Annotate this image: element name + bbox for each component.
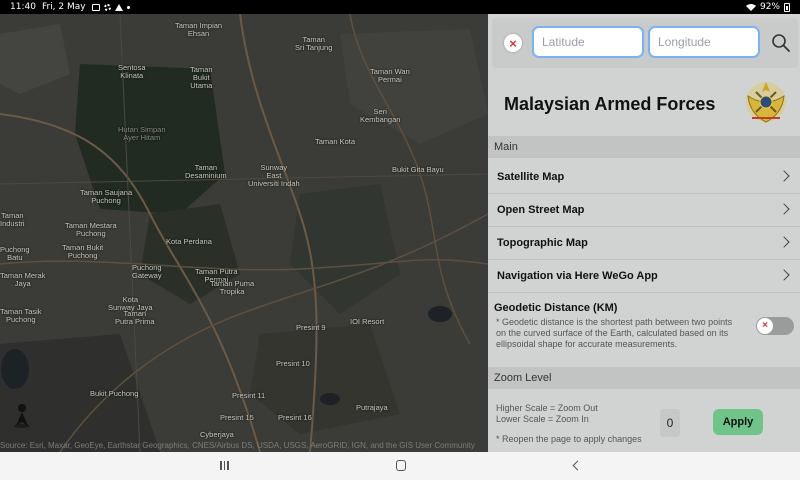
map-label: Presint 10: [276, 359, 310, 368]
map-label: Taman Wan Permai: [370, 67, 410, 84]
map-label: Cyberjaya: [200, 430, 234, 439]
zoom-hint: Higher Scale = Zoom Out Lower Scale = Zo…: [496, 403, 598, 425]
zoom-level-input[interactable]: 0: [660, 409, 680, 437]
back-icon[interactable]: [572, 460, 583, 471]
armed-forces-logo: [742, 78, 790, 126]
map-label: Bukit Puchong: [90, 389, 139, 398]
map-label: Puchong Gateway: [132, 263, 162, 280]
status-date: Fri, 2 May: [41, 2, 86, 12]
close-button[interactable]: ×: [504, 34, 522, 52]
status-bar: 11:40 Fri, 2 May 92%: [0, 0, 800, 14]
toggle-off-icon: ×: [757, 318, 773, 334]
map-attribution: Source: Esri, Maxar, GeoEye, Earthstar G…: [0, 441, 475, 450]
map-label: Taman Bukit Puchong: [62, 243, 104, 260]
wifi-icon: [745, 3, 756, 11]
zoom-hint-line: Higher Scale = Zoom Out: [496, 403, 598, 413]
gallery-icon: [91, 3, 100, 11]
menu-item-label: Navigation via Here WeGo App: [497, 270, 658, 282]
home-icon[interactable]: [396, 460, 406, 471]
map-label: IOI Resort: [350, 317, 385, 326]
map-label: Taman Bukit Utama: [190, 65, 213, 90]
map-label: Taman Mestara Puchong: [65, 221, 117, 238]
map-label: Puchong Batu: [0, 245, 30, 262]
geodetic-distance-note: * Geodetic distance is the shortest path…: [496, 317, 733, 349]
map-label: Kota Perdana: [166, 237, 212, 246]
chevron-right-icon: [778, 170, 790, 182]
map-label: Taman Kota: [315, 137, 356, 146]
map-label: Putrajaya: [356, 403, 388, 412]
control-panel: × Malaysian Armed Forces Main Satellite …: [488, 14, 800, 452]
section-main-header: Main: [488, 136, 800, 158]
battery-icon: [784, 2, 790, 12]
satellite-map[interactable]: Taman Impian Ehsan Taman Sri Tanjung Sento…: [0, 14, 488, 452]
chevron-right-icon: [778, 269, 790, 281]
compass-icon[interactable]: [12, 402, 32, 428]
map-label: Taman Sri Tanjung: [295, 35, 333, 52]
map-label: Taman Tasik Puchong: [0, 307, 42, 324]
map-label: Presint 15: [220, 413, 254, 422]
chevron-right-icon: [778, 203, 790, 215]
map-label: Sentosa Klinata: [118, 63, 146, 80]
map-label: Seri Kembangan: [360, 107, 401, 124]
map-label: Presint 16: [278, 413, 312, 422]
battery-percent: 92%: [759, 2, 780, 12]
menu-topographic-map[interactable]: Topographic Map: [488, 227, 800, 260]
apply-button[interactable]: Apply: [713, 409, 763, 435]
map-label: Taman Industri: [0, 211, 25, 228]
map-label: Bukit Gita Bayu: [392, 165, 444, 174]
longitude-input[interactable]: [648, 26, 760, 58]
map-label: Taman Impian Ehsan: [175, 21, 223, 38]
menu-item-label: Satellite Map: [497, 171, 565, 183]
coordinate-search-bar: ×: [492, 18, 798, 68]
latitude-input[interactable]: [532, 26, 644, 58]
map-label: Hutan Simpan Ayer Hitam: [118, 125, 166, 142]
menu-navigation-here-wego[interactable]: Navigation via Here WeGo App: [488, 260, 800, 293]
search-button[interactable]: [770, 32, 792, 54]
menu-item-label: Topographic Map: [497, 237, 588, 249]
map-label: Presint 11: [232, 391, 266, 400]
page-title: Malaysian Armed Forces: [504, 94, 716, 114]
map-label: Sunway East Universiti Indah: [248, 163, 300, 188]
map-label: Taman Puma Tropika: [210, 279, 255, 296]
zoom-hint-line: Lower Scale = Zoom In: [496, 414, 589, 424]
more-notifications-icon: [126, 5, 130, 9]
recent-apps-icon[interactable]: [220, 461, 229, 470]
system-nav-bar: [0, 452, 800, 480]
map-label: Taman Saujana Puchong: [80, 188, 133, 205]
status-time: 11:40: [10, 2, 36, 12]
map-label: Presint 9: [296, 323, 326, 332]
search-icon: [772, 34, 790, 52]
close-icon: ×: [509, 35, 517, 51]
section-zoom-header: Zoom Level: [488, 367, 800, 389]
alert-icon: [114, 3, 123, 11]
menu-item-label: Open Street Map: [497, 204, 585, 216]
geodetic-distance-toggle[interactable]: ×: [756, 317, 794, 335]
map-label: Taman Desaminium: [185, 163, 227, 180]
geodetic-distance-label: Geodetic Distance (KM): [494, 302, 618, 314]
chevron-right-icon: [778, 236, 790, 248]
menu-open-street-map[interactable]: Open Street Map: [488, 194, 800, 227]
reopen-note: * Reopen the page to apply changes: [496, 434, 642, 444]
settings-icon: [103, 3, 111, 11]
menu-satellite-map[interactable]: Satellite Map: [488, 161, 800, 194]
map-label: Taman Merak Jaya: [0, 271, 46, 288]
map-label: Taman Putra Prima: [115, 309, 155, 326]
